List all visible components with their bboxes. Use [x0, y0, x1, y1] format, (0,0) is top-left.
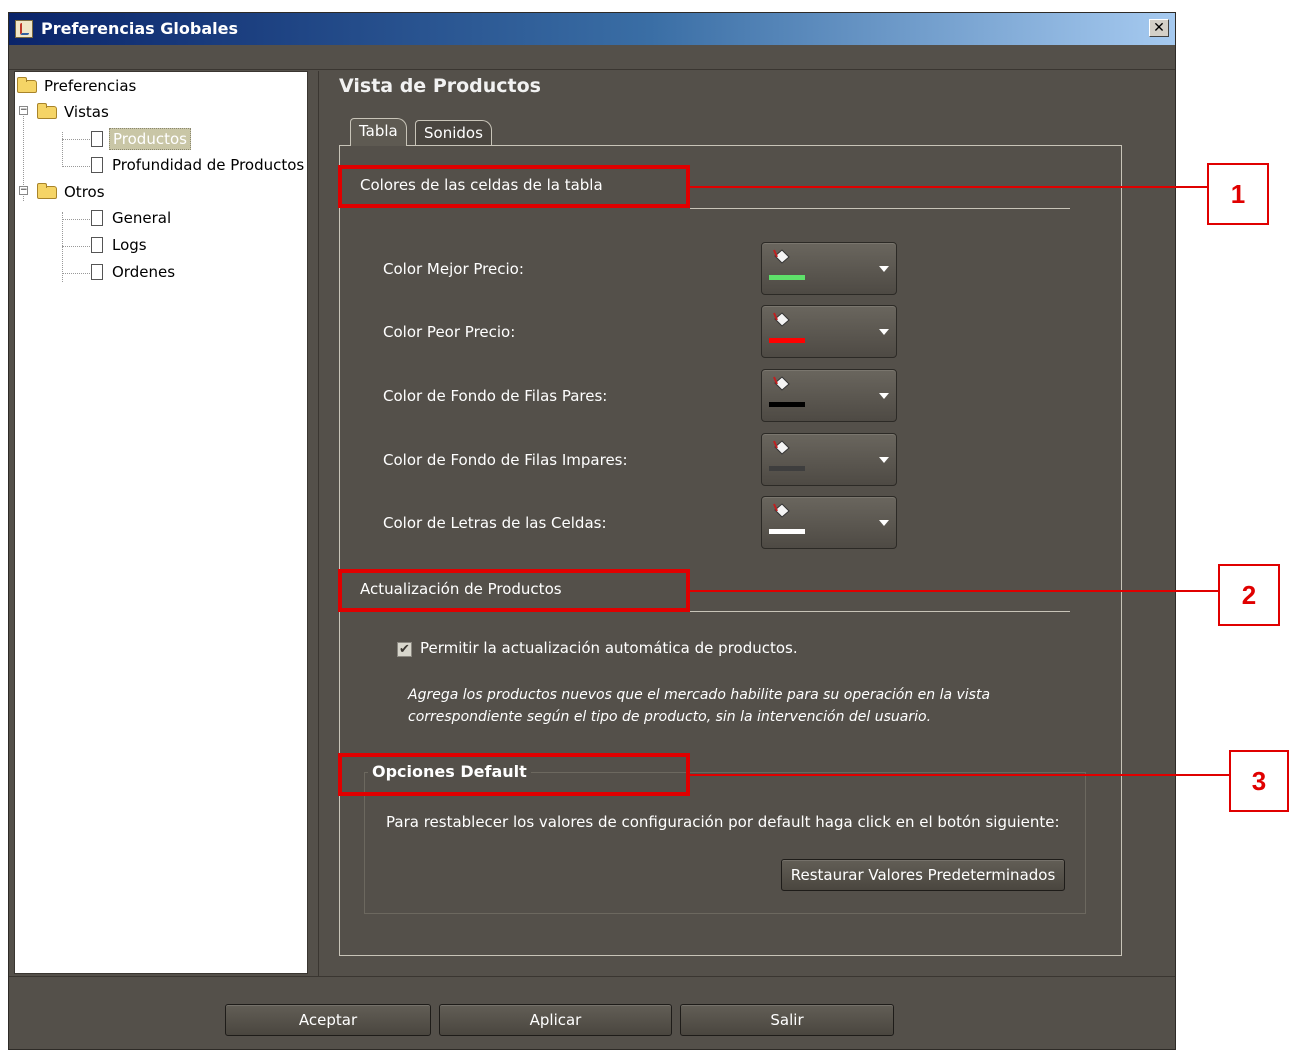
annotation-line-3: [690, 774, 1229, 776]
tree-item-label: Ordenes: [112, 263, 176, 281]
color-swatch: [769, 402, 805, 407]
document-icon: [91, 237, 103, 253]
tree-item-general[interactable]: General: [91, 207, 174, 229]
page-title: Vista de Productos: [339, 75, 541, 97]
tree-connector: [62, 246, 90, 247]
color-label-filas-pares: Color de Fondo de Filas Pares:: [383, 387, 608, 405]
apply-button[interactable]: Aplicar: [439, 1004, 672, 1036]
annotation-number-3: 3: [1229, 750, 1289, 812]
tab-panel-tabla: Colores de las celdas de la tabla Color …: [339, 145, 1122, 956]
color-label-mejor-precio: Color Mejor Precio:: [383, 260, 524, 278]
tree-connector: [62, 212, 63, 282]
tree-item-label: Logs: [112, 236, 147, 254]
collapse-icon[interactable]: −: [19, 106, 28, 115]
tree-item-vistas[interactable]: Vistas: [37, 101, 112, 123]
tree-connector: [62, 139, 90, 140]
section-divider: [690, 611, 1070, 612]
close-window-button[interactable]: ✕: [1149, 19, 1169, 37]
document-icon: [91, 131, 103, 147]
paint-bucket-icon: [773, 312, 790, 327]
tree-item-label: Productos: [109, 128, 191, 150]
dropdown-arrow-icon: [879, 266, 889, 272]
color-picker-peor-precio[interactable]: [761, 305, 897, 358]
tree-connector: [62, 273, 90, 274]
dropdown-arrow-icon: [879, 329, 889, 335]
tree-connector: [62, 219, 90, 220]
paint-bucket-icon: [773, 376, 790, 391]
section-divider: [690, 208, 1070, 209]
document-icon: [91, 210, 103, 226]
color-swatch: [769, 466, 805, 471]
tree-item-productos[interactable]: Productos: [91, 128, 191, 150]
defaults-description: Para restablecer los valores de configur…: [386, 813, 1060, 831]
collapse-icon[interactable]: −: [19, 186, 28, 195]
title-bar[interactable]: Preferencias Globales ✕: [9, 13, 1175, 45]
dropdown-arrow-icon: [879, 457, 889, 463]
tree-item-label: Profundidad de Productos: [112, 156, 305, 174]
dropdown-arrow-icon: [879, 393, 889, 399]
tree-item-profundidad-de-productos[interactable]: Profundidad de Productos: [91, 154, 307, 176]
color-picker-filas-pares[interactable]: [761, 369, 897, 422]
window-title: Preferencias Globales: [41, 19, 238, 38]
document-icon: [91, 157, 103, 173]
color-label-letras: Color de Letras de las Celdas:: [383, 514, 607, 532]
color-label-peor-precio: Color Peor Precio:: [383, 323, 516, 341]
divider: [9, 69, 1175, 70]
auto-update-checkbox[interactable]: ✔: [397, 642, 412, 657]
preferences-tree: Preferencias − Vistas Productos Profundi…: [14, 71, 308, 974]
dropdown-arrow-icon: [879, 520, 889, 526]
divider: [9, 976, 1175, 977]
tree-item-ordenes[interactable]: Ordenes: [91, 261, 178, 283]
color-picker-filas-impares[interactable]: [761, 433, 897, 486]
annotation-number-1: 1: [1207, 163, 1269, 225]
tree-item-label: Preferencias: [44, 77, 137, 95]
open-folder-icon: [37, 183, 57, 199]
restore-defaults-button[interactable]: Restaurar Valores Predeterminados: [781, 859, 1065, 891]
document-icon: [91, 264, 103, 280]
tree-connector: [62, 132, 63, 167]
annotation-line-1: [690, 186, 1207, 188]
annotation-line-2: [690, 590, 1218, 592]
tree-item-label: General: [112, 209, 172, 227]
tree-item-logs[interactable]: Logs: [91, 234, 150, 256]
color-swatch: [769, 338, 805, 343]
color-picker-letras[interactable]: [761, 496, 897, 549]
java-app-icon: [15, 20, 33, 38]
color-picker-mejor-precio[interactable]: [761, 242, 897, 295]
tree-item-preferencias[interactable]: Preferencias: [17, 75, 139, 97]
paint-bucket-icon: [773, 249, 790, 264]
color-label-filas-impares: Color de Fondo de Filas Impares:: [383, 451, 628, 469]
tree-item-label: Otros: [64, 183, 105, 201]
tree-connector: [62, 166, 90, 167]
paint-bucket-icon: [773, 503, 790, 518]
open-folder-icon: [17, 77, 37, 93]
color-swatch: [769, 529, 805, 534]
annotation-box-2: [338, 569, 690, 612]
color-swatch: [769, 275, 805, 280]
tree-item-label: Vistas: [64, 103, 109, 121]
open-folder-icon: [37, 103, 57, 119]
auto-update-description: Agrega los productos nuevos que el merca…: [408, 687, 991, 725]
auto-update-label[interactable]: Permitir la actualización automática de …: [420, 639, 798, 657]
tree-item-otros[interactable]: Otros: [37, 181, 108, 203]
tab-tabla[interactable]: Tabla: [350, 118, 407, 146]
exit-button[interactable]: Salir: [680, 1004, 894, 1036]
annotation-box-3: [338, 753, 690, 796]
tab-sonidos[interactable]: Sonidos: [415, 120, 492, 146]
annotation-box-1: [338, 165, 690, 208]
annotation-number-2: 2: [1218, 564, 1280, 626]
accept-button[interactable]: Aceptar: [225, 1004, 431, 1036]
paint-bucket-icon: [773, 440, 790, 455]
